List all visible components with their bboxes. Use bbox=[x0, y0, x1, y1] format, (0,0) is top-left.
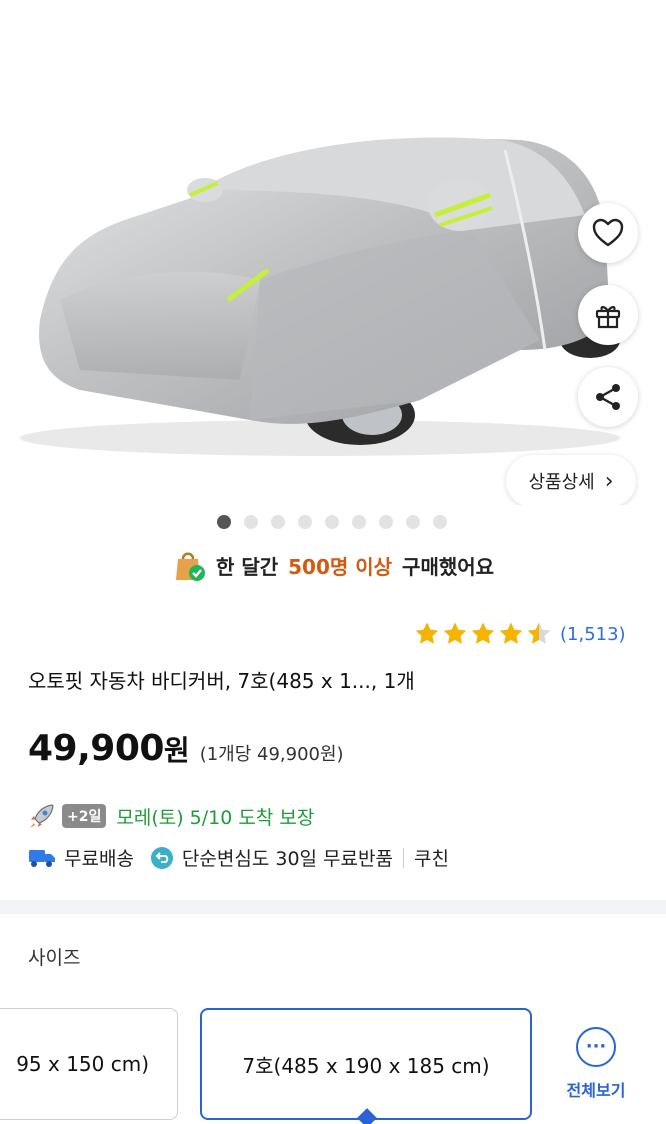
star-icon bbox=[471, 622, 495, 644]
wishlist-button[interactable] bbox=[578, 203, 638, 263]
car-cover-image bbox=[20, 137, 620, 456]
rocket-icon bbox=[30, 804, 54, 828]
free-shipping-text: 무료배송 bbox=[64, 848, 134, 870]
option-label: 사이즈 bbox=[28, 947, 81, 969]
share-button[interactable] bbox=[578, 367, 638, 427]
rating-stars bbox=[414, 621, 554, 647]
view-all-options-button[interactable]: ··· 전체보기 bbox=[558, 1027, 634, 1101]
delivery-extra-days-badge: +2일 bbox=[62, 804, 107, 828]
selected-indicator bbox=[357, 1108, 377, 1124]
gallery-dot[interactable] bbox=[379, 515, 393, 529]
section-divider bbox=[0, 900, 666, 914]
gift-icon bbox=[595, 306, 621, 329]
review-count[interactable]: (1,513) bbox=[560, 624, 626, 645]
perks-row: 무료배송 단순변심도 30일 무료반품 쿠친 bbox=[28, 844, 449, 871]
gallery-dot[interactable] bbox=[244, 515, 258, 529]
product-title: 오토핏 자동차 바디커버, 7호(485 x 1..., 1개 bbox=[28, 669, 415, 693]
delivery-date: 모레(토) 5/10 도착 보장 bbox=[116, 806, 315, 829]
rating-summary[interactable]: (1,513) bbox=[414, 621, 626, 647]
gallery-dot[interactable] bbox=[352, 515, 366, 529]
price-value: 49,900 bbox=[28, 728, 164, 769]
shopping-bag-check-icon bbox=[175, 552, 205, 581]
gallery-pagination bbox=[217, 515, 447, 529]
purchase-stat-highlight: 500명 이상 bbox=[288, 554, 393, 579]
coupon-text[interactable]: 쿠친 bbox=[414, 844, 449, 871]
gallery-dot[interactable] bbox=[298, 515, 312, 529]
star-icon bbox=[527, 622, 551, 644]
truck-icon bbox=[29, 849, 55, 867]
return-icon bbox=[150, 846, 173, 869]
gallery-dot[interactable] bbox=[217, 515, 231, 529]
gallery-dot[interactable] bbox=[406, 515, 420, 529]
purchase-stat-prefix: 한 달간 bbox=[215, 554, 279, 579]
purchase-stat-suffix: 구매했어요 bbox=[402, 554, 495, 579]
free-return-text: 단순변심도 30일 무료반품 bbox=[181, 848, 393, 870]
gift-button[interactable] bbox=[578, 285, 638, 345]
size-option-selected-label: 7호(485 x 190 x 185 cm) bbox=[242, 1053, 490, 1078]
chevron-right-icon: › bbox=[604, 468, 614, 494]
unit-price: (1개당 49,900원) bbox=[199, 744, 344, 765]
product-detail-button[interactable]: 상품상세 › bbox=[506, 455, 636, 505]
gallery-dot[interactable] bbox=[271, 515, 285, 529]
gallery-dot[interactable] bbox=[325, 515, 339, 529]
price-currency: 원 bbox=[163, 734, 190, 767]
share-icon bbox=[596, 384, 620, 410]
perks-separator bbox=[402, 847, 404, 868]
more-dots-icon: ··· bbox=[576, 1027, 616, 1067]
purchase-stat: 한 달간 500명 이상 구매했어요 bbox=[0, 548, 666, 582]
size-option-previous[interactable]: 95 x 150 cm) bbox=[0, 1008, 178, 1120]
view-all-label: 전체보기 bbox=[566, 1081, 626, 1100]
star-icon bbox=[443, 622, 467, 644]
gallery-dot[interactable] bbox=[433, 515, 447, 529]
price-block: 49,900 원 (1개당 49,900원) bbox=[28, 728, 344, 769]
product-image-area[interactable]: 상품상세 › bbox=[0, 0, 666, 505]
heart-icon bbox=[592, 218, 624, 247]
size-option-previous-label: 95 x 150 cm) bbox=[16, 1052, 149, 1076]
star-icon bbox=[499, 622, 523, 644]
delivery-info: +2일 모레(토) 5/10 도착 보장 bbox=[28, 802, 314, 830]
size-option-selected[interactable]: 7호(485 x 190 x 185 cm) bbox=[200, 1008, 532, 1124]
star-icon bbox=[415, 622, 439, 644]
product-detail-label: 상품상세 bbox=[528, 472, 595, 493]
